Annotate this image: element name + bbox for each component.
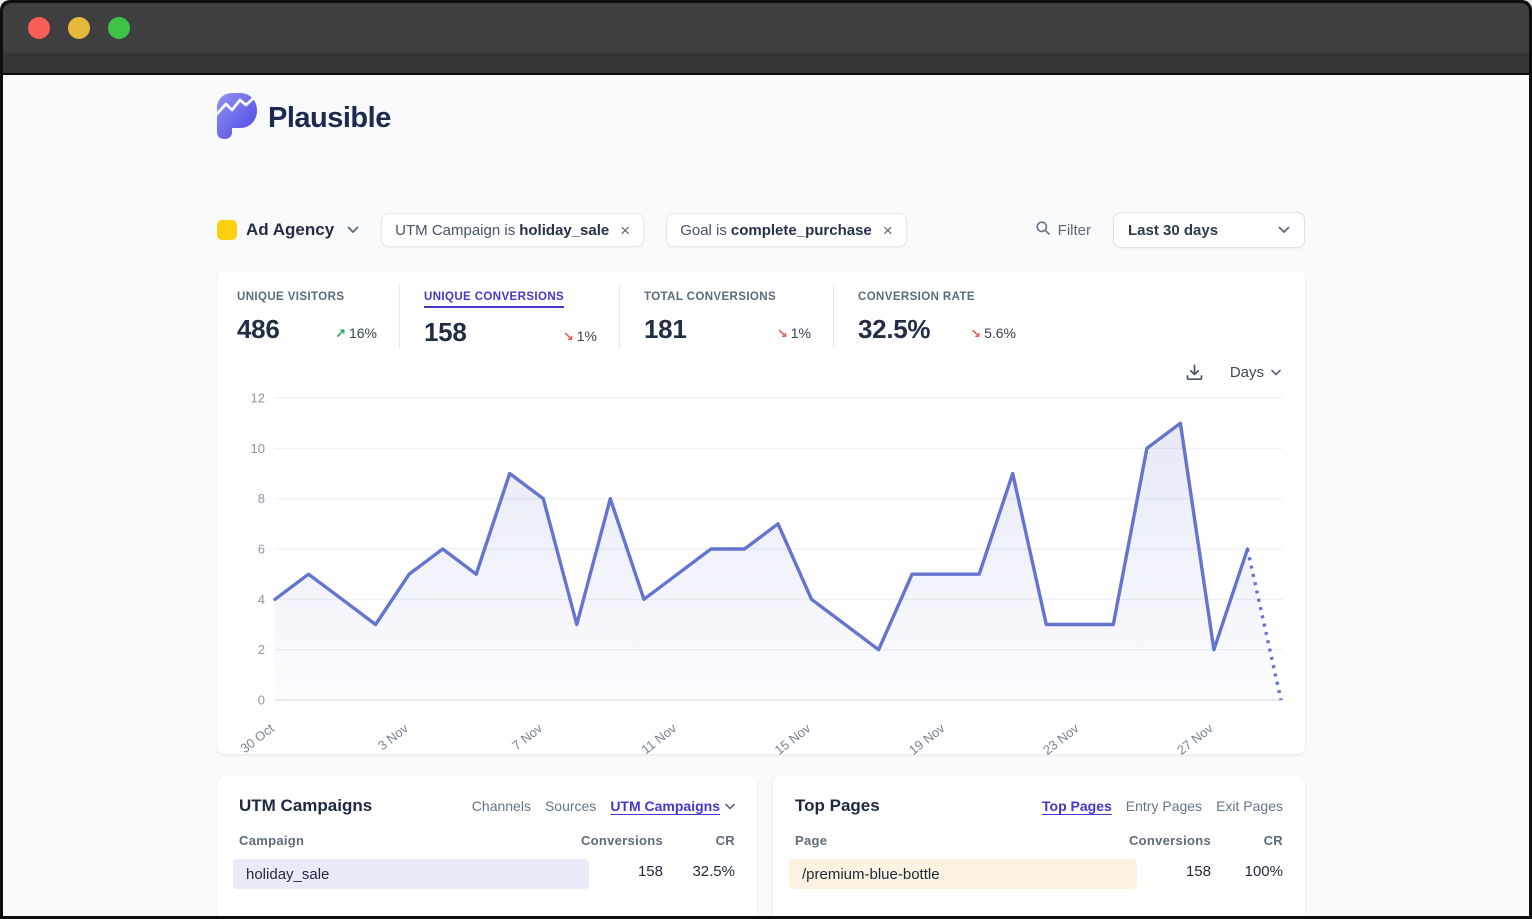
stat-label: UNIQUE CONVERSIONS xyxy=(424,291,564,308)
stat-change: ↘1% xyxy=(563,328,597,345)
svg-text:8: 8 xyxy=(258,491,265,506)
trend-arrow-icon: ↘ xyxy=(777,326,788,341)
tab-entry-pages[interactable]: Entry Pages xyxy=(1126,798,1202,814)
stat-change: ↘5.6% xyxy=(970,325,1016,342)
window-titlebar xyxy=(3,3,1529,53)
chip-value: holiday_sale xyxy=(519,222,609,239)
interval-label: Days xyxy=(1230,364,1264,381)
date-range-value: Last 30 days xyxy=(1128,222,1218,239)
tab-exit-pages[interactable]: Exit Pages xyxy=(1216,798,1283,814)
site-name: Ad Agency xyxy=(246,220,334,240)
top-pages-card: Top Pages Top Pages Entry Pages Exit Pag… xyxy=(773,776,1305,916)
stat-value: 181 xyxy=(644,314,686,345)
trend-arrow-icon: ↘ xyxy=(563,329,574,344)
close-window-button[interactable] xyxy=(28,17,50,39)
svg-text:7 Nov: 7 Nov xyxy=(509,720,545,753)
plausible-logo-icon xyxy=(217,93,257,144)
stat-change: ↘1% xyxy=(777,325,811,342)
stat-label: CONVERSION RATE xyxy=(858,291,975,303)
page-path: /premium-blue-bottle xyxy=(802,866,940,883)
svg-text:4: 4 xyxy=(258,592,265,607)
row-cr: 100% xyxy=(1211,863,1283,880)
chip-prefix: UTM Campaign is xyxy=(395,222,515,239)
site-favicon xyxy=(217,220,237,240)
trend-arrow-icon: ↘ xyxy=(970,326,981,341)
pages-card-tabs: Top Pages Entry Pages Exit Pages xyxy=(1042,798,1283,814)
stat-value: 32.5% xyxy=(858,314,930,345)
plausible-logo-link[interactable]: Plausible xyxy=(217,75,1305,144)
site-picker[interactable]: Ad Agency xyxy=(217,220,359,240)
zoom-window-button[interactable] xyxy=(108,17,130,39)
chart-area[interactable]: 0 2 4 6 8 10 12 30 Oct 3 Nov 7 Nov 11 Nov 15 Nov 19 … xyxy=(237,388,1285,768)
analytics-card: UNIQUE VISITORS 486 ↗16% UNIQUE CONVERSI… xyxy=(217,271,1305,754)
filter-chip-goal[interactable]: Goal is complete_purchase × xyxy=(666,213,907,247)
filter-chip-utm-campaign[interactable]: UTM Campaign is holiday_sale × xyxy=(381,213,644,247)
card-title: Top Pages xyxy=(795,796,880,816)
svg-text:0: 0 xyxy=(258,693,265,708)
chevron-down-icon xyxy=(347,226,359,234)
row-cr: 32.5% xyxy=(663,863,735,880)
table-header: Campaign Conversions CR xyxy=(239,833,735,848)
svg-text:27 Nov: 27 Nov xyxy=(1174,720,1216,757)
svg-text:11 Nov: 11 Nov xyxy=(638,720,679,757)
page-content: Plausible Ad Agency UTM Campaign is holi… xyxy=(3,75,1529,916)
tab-utm-campaigns[interactable]: UTM Campaigns xyxy=(610,798,735,814)
search-icon xyxy=(1035,220,1051,240)
date-range-picker[interactable]: Last 30 days xyxy=(1113,212,1305,248)
campaign-name: holiday_sale xyxy=(246,866,329,883)
svg-text:19 Nov: 19 Nov xyxy=(906,720,948,757)
svg-text:12: 12 xyxy=(251,391,265,406)
card-title: UTM Campaigns xyxy=(239,796,372,816)
filter-button[interactable]: Filter xyxy=(1035,220,1091,240)
table-row[interactable]: holiday_sale 158 32.5% xyxy=(239,859,735,889)
chart-controls: Days xyxy=(237,360,1285,384)
stat-change: ↗16% xyxy=(335,325,377,342)
svg-text:10: 10 xyxy=(251,441,265,456)
tab-top-pages[interactable]: Top Pages xyxy=(1042,798,1112,814)
svg-text:6: 6 xyxy=(258,542,265,557)
tab-sources[interactable]: Sources xyxy=(545,798,596,814)
utm-card-tabs: Channels Sources UTM Campaigns xyxy=(472,798,735,814)
stat-value: 158 xyxy=(424,317,466,348)
remove-filter-icon[interactable]: × xyxy=(620,222,630,239)
filter-button-label: Filter xyxy=(1058,222,1091,239)
interval-picker[interactable]: Days xyxy=(1230,364,1281,381)
stat-label: UNIQUE VISITORS xyxy=(237,291,344,303)
filter-bar: Ad Agency UTM Campaign is holiday_sale ×… xyxy=(217,212,1305,248)
browser-toolbar xyxy=(3,53,1529,75)
svg-text:2: 2 xyxy=(258,642,265,657)
svg-text:23 Nov: 23 Nov xyxy=(1040,720,1082,757)
brand-wordmark: Plausible xyxy=(268,102,391,135)
chevron-down-icon xyxy=(1278,226,1290,234)
row-bar: holiday_sale xyxy=(233,859,589,889)
svg-text:3 Nov: 3 Nov xyxy=(375,720,411,753)
chip-value: complete_purchase xyxy=(731,222,872,239)
remove-filter-icon[interactable]: × xyxy=(883,222,893,239)
app-window: Plausible Ad Agency UTM Campaign is holi… xyxy=(0,0,1532,919)
stat-value: 486 xyxy=(237,314,279,345)
stat-unique-visitors[interactable]: UNIQUE VISITORS 486 ↗16% xyxy=(237,285,400,348)
row-bar: /premium-blue-bottle xyxy=(789,859,1137,889)
chevron-down-icon xyxy=(725,803,735,810)
svg-text:15 Nov: 15 Nov xyxy=(772,720,814,757)
top-stats: UNIQUE VISITORS 486 ↗16% UNIQUE CONVERSI… xyxy=(237,285,1285,348)
stat-total-conversions[interactable]: TOTAL CONVERSIONS 181 ↘1% xyxy=(644,285,834,348)
minimize-window-button[interactable] xyxy=(68,17,90,39)
stat-conversion-rate[interactable]: CONVERSION RATE 32.5% ↘5.6% xyxy=(858,285,1038,348)
download-icon[interactable] xyxy=(1185,363,1204,382)
svg-text:30 Oct: 30 Oct xyxy=(239,720,277,756)
tab-channels[interactable]: Channels xyxy=(472,798,531,814)
conversions-chart: 0 2 4 6 8 10 12 30 Oct 3 Nov 7 Nov 11 Nov 15 Nov 19 … xyxy=(239,388,1283,763)
chip-prefix: Goal is xyxy=(680,222,727,239)
table-header: Page Conversions CR xyxy=(795,833,1283,848)
stat-label: TOTAL CONVERSIONS xyxy=(644,291,776,303)
table-row[interactable]: /premium-blue-bottle 158 100% xyxy=(795,859,1283,889)
utm-campaigns-card: UTM Campaigns Channels Sources UTM Campa… xyxy=(217,776,757,916)
stat-unique-conversions[interactable]: UNIQUE CONVERSIONS 158 ↘1% xyxy=(424,285,620,348)
trend-arrow-icon: ↗ xyxy=(335,326,346,341)
